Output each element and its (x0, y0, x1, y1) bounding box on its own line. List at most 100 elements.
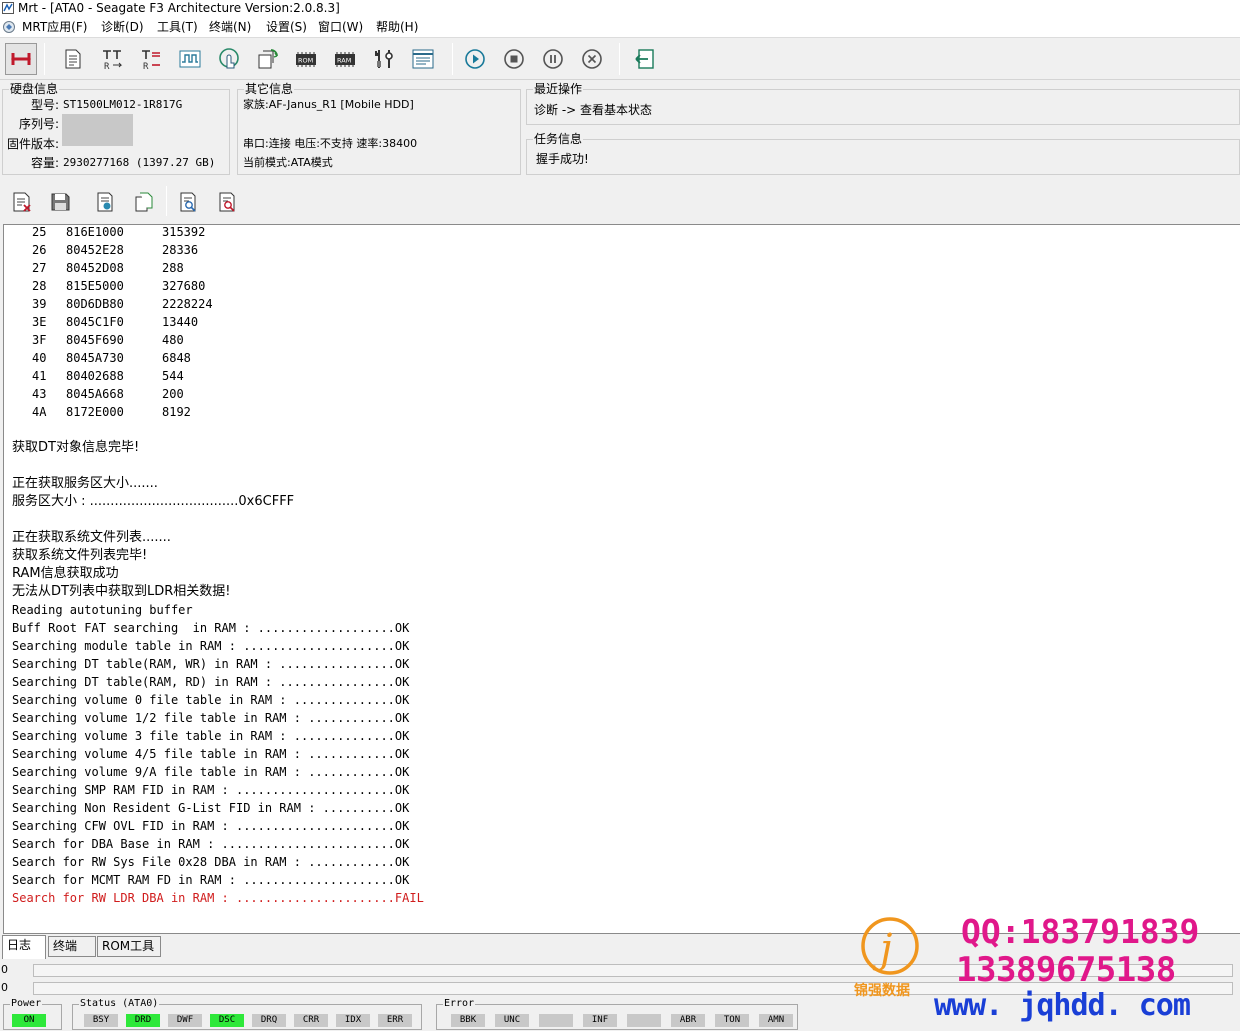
menu-tools[interactable]: 工具(T) (157, 19, 198, 35)
status-indicator: DRQ (252, 1014, 286, 1027)
recent-op-title: 最近操作 (533, 82, 584, 96)
progress-value-1: 0 (1, 963, 8, 976)
save-log-button[interactable] (46, 188, 74, 216)
progress-row-2: 0 (0, 980, 1240, 997)
status-title: Status (ATA0) (79, 998, 160, 1010)
disk-info-title: 硬盘信息 (9, 82, 60, 96)
find-next-button[interactable] (214, 188, 242, 216)
status-indicator: AMN (759, 1014, 793, 1027)
title-bar: Mrt - [ATA0 - Seagate F3 Architecture Ve… (0, 0, 1240, 16)
dt-cell-size: 28336 (162, 243, 199, 257)
task-info-text: 握手成功! (536, 152, 589, 166)
capacity-label: 容量: (30, 156, 59, 170)
log-output[interactable]: 25 816E1000 315392 26 80452E28 28336 27 80452D0… (3, 224, 1240, 934)
dt-cell-addr: 8172E000 (66, 405, 124, 419)
exit-icon (635, 49, 654, 69)
menu-settings[interactable]: 设置(S) (266, 19, 307, 35)
serial-port-status: 串口:连接 电压:不支持 速率:38400 (243, 137, 418, 150)
model-label: 型号: (30, 98, 59, 112)
search-log-button[interactable] (175, 188, 203, 216)
menu-diagnose[interactable]: 诊断(D) (101, 19, 144, 35)
status-indicator: INF (583, 1014, 617, 1027)
error-panel: Error BBK UNC INF ABR TON AMN (436, 998, 798, 1030)
log-line: 正在获取系统文件列表....... (12, 530, 171, 545)
checklist-icon (412, 49, 434, 69)
dt-cell-size: 13440 (162, 315, 199, 329)
stop-button[interactable] (498, 43, 530, 75)
tab-log[interactable]: 日志 (2, 935, 46, 959)
log-line: Search for MCMT RAM FD in RAM : ........… (12, 873, 410, 887)
dt-cell-size: 544 (162, 369, 184, 383)
status-indicator: CRR (294, 1014, 328, 1027)
status-indicator (539, 1014, 573, 1027)
svg-text:R: R (143, 62, 149, 71)
document-button[interactable] (57, 43, 89, 75)
tab-terminal[interactable]: 终端 (48, 936, 96, 957)
status-indicator: ABR (671, 1014, 705, 1027)
log-report-button[interactable] (91, 188, 119, 216)
tab-rom-tools[interactable]: ROM工具 (97, 936, 161, 957)
tools-button[interactable] (368, 43, 400, 75)
clear-log-button[interactable] (8, 188, 36, 216)
read-register-button[interactable]: R (96, 43, 128, 75)
dt-cell-size: 480 (162, 333, 184, 347)
dt-cell-addr: 8045C1F0 (66, 315, 124, 329)
ram-button[interactable]: RAM (329, 43, 361, 75)
app-icon (2, 2, 14, 14)
waveform-button[interactable] (174, 43, 206, 75)
status-indicator: DRD (126, 1014, 160, 1027)
dt-cell-addr: 8045F690 (66, 333, 124, 347)
dt-cell-size: 2228224 (162, 297, 213, 311)
mdi-child-icon[interactable] (2, 20, 16, 34)
log-line: Searching volume 0 file table in RAM : .… (12, 693, 410, 707)
window-title: Mrt - [ATA0 - Seagate F3 Architecture Ve… (18, 1, 340, 15)
menu-terminal[interactable]: 终端(N) (209, 19, 251, 35)
cancel-button[interactable] (576, 43, 608, 75)
log-line: 获取系统文件列表完毕! (12, 548, 148, 563)
exit-button[interactable] (628, 43, 660, 75)
connect-button[interactable] (5, 43, 37, 75)
status-indicator: UNC (495, 1014, 529, 1027)
dt-cell-size: 315392 (162, 225, 206, 239)
rom-button[interactable]: ROM (290, 43, 322, 75)
svg-text:ROM: ROM (298, 57, 313, 65)
pause-button[interactable] (537, 43, 569, 75)
log-line: Searching module table in RAM : ........… (12, 639, 410, 653)
touch-button[interactable] (213, 43, 245, 75)
other-info-panel: 其它信息 家族:AF-Janus_R1 [Mobile HDD] 串口:连接 电… (237, 82, 521, 175)
progress-bar-2 (33, 982, 1233, 995)
copy-log-button[interactable] (130, 188, 158, 216)
serial-value-redacted (62, 114, 133, 146)
log-line: Search for DBA Base in RAM : ...........… (12, 837, 410, 851)
log-line: Buff Root FAT searching in RAM : .......… (12, 621, 410, 635)
terminal-register-button[interactable]: R (135, 43, 167, 75)
power-title: Power (10, 998, 43, 1010)
menu-window[interactable]: 窗口(W) (318, 19, 363, 35)
dt-cell-addr: 80452E28 (66, 243, 124, 257)
dt-cell-addr: 80402688 (66, 369, 124, 383)
dt-cell-addr: 816E1000 (66, 225, 124, 239)
bottom-tabs: 日志 终端 ROM工具 (0, 934, 1240, 959)
touch-icon (219, 48, 239, 69)
clear-log-icon (13, 192, 31, 212)
family-value: 家族:AF-Janus_R1 [Mobile HDD] (243, 98, 414, 111)
dt-cell-id: 27 (32, 261, 47, 275)
dt-cell-id: 25 (32, 225, 47, 239)
dt-cell-id: 26 (32, 243, 47, 257)
connect-icon (11, 53, 31, 65)
checklist-button[interactable] (407, 43, 439, 75)
log-toolbar (0, 180, 1240, 224)
status-indicator: ON (12, 1014, 46, 1027)
menu-mrt-app[interactable]: MRT应用(F) (22, 19, 87, 35)
model-value: ST1500LM012-1R817G (63, 98, 183, 111)
play-button[interactable] (459, 43, 491, 75)
menu-help[interactable]: 帮助(H) (376, 19, 418, 35)
copy-rotate-button[interactable] (251, 43, 283, 75)
log-line: 无法从DT列表中获取到LDR相关数据! (12, 584, 231, 599)
log-line: Searching SMP RAM FID in RAM : .........… (12, 783, 410, 797)
current-mode: 当前模式:ATA模式 (243, 156, 333, 169)
status-indicator: BSY (84, 1014, 118, 1027)
task-info-panel: 任务信息 握手成功! (526, 132, 1240, 175)
log-line: Reading autotuning buffer (12, 603, 193, 617)
rom-chip-icon: ROM (296, 52, 316, 67)
